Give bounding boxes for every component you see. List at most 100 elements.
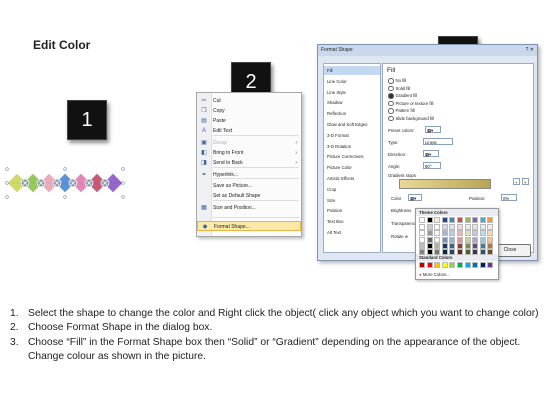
selection-handle[interactable] [5, 181, 9, 185]
color-swatch[interactable] [426, 224, 433, 231]
nav-item-picture-color[interactable]: Picture Color [324, 163, 380, 172]
color-swatch[interactable] [479, 217, 486, 223]
color-swatch[interactable] [464, 217, 471, 223]
color-swatch[interactable] [479, 249, 486, 255]
menu-item-bring-to-front[interactable]: ◧ Bring to Front › [197, 148, 301, 158]
radio-button[interactable] [388, 108, 394, 114]
radio-button[interactable] [388, 85, 394, 92]
color-swatch[interactable] [464, 236, 471, 243]
color-swatch[interactable] [434, 217, 441, 223]
color-swatch[interactable] [441, 224, 448, 231]
color-swatch[interactable] [479, 224, 486, 231]
menu-item-format-shape[interactable]: ◆ Format Shape... [197, 221, 301, 231]
nav-item-3-d-format[interactable]: 3-D Format [324, 131, 380, 140]
add-stop-button[interactable]: + [513, 178, 520, 185]
color-swatch[interactable] [426, 249, 433, 255]
nav-item-glow-and-soft-edges[interactable]: Glow and Soft Edges [324, 120, 380, 129]
menu-item-group[interactable]: ▣ Group › [197, 138, 301, 148]
direction-dropdown[interactable]: ▦▾ [423, 150, 439, 157]
fill-option-solid-fill[interactable]: Solid fill [388, 85, 410, 92]
color-swatch[interactable] [457, 236, 463, 243]
color-swatch[interactable] [457, 224, 463, 231]
selection-handle[interactable] [121, 167, 125, 171]
selection-handle[interactable] [5, 167, 9, 171]
menu-item-size-and-position[interactable]: ▦ Size and Position... [197, 203, 301, 213]
fill-option-no-fill[interactable]: No fill [388, 77, 406, 84]
selection-handle[interactable] [121, 181, 125, 185]
menu-item-save-as-picture[interactable]: Save as Picture... [197, 181, 301, 191]
standard-color-swatch[interactable] [419, 262, 425, 268]
color-swatch[interactable] [479, 242, 486, 249]
radio-button[interactable] [388, 93, 394, 99]
color-swatch[interactable] [441, 230, 448, 237]
fill-option-slide-background-fill[interactable]: Slide background fill [388, 115, 434, 122]
nav-item-position[interactable]: Position [324, 206, 380, 215]
color-swatch[interactable] [472, 249, 479, 255]
color-swatch[interactable] [449, 230, 456, 237]
diamond-shapes-row[interactable] [5, 165, 125, 201]
color-swatch[interactable] [441, 217, 448, 223]
color-swatch[interactable] [441, 249, 448, 255]
nav-item-line-color[interactable]: Line Color [324, 77, 380, 86]
color-swatch[interactable] [464, 224, 471, 231]
color-swatch[interactable] [487, 230, 494, 237]
color-swatch[interactable] [479, 230, 486, 237]
color-swatch[interactable] [464, 249, 471, 255]
standard-color-swatch[interactable] [434, 262, 441, 268]
color-swatch[interactable] [426, 217, 433, 223]
selection-handle[interactable] [63, 195, 67, 199]
gradient-stops-bar[interactable] [399, 179, 491, 189]
color-swatch[interactable] [464, 230, 471, 237]
color-swatch[interactable] [457, 242, 463, 249]
color-swatch[interactable] [434, 224, 441, 231]
nav-item-size[interactable]: Size [324, 196, 380, 205]
selection-handle[interactable] [63, 167, 67, 171]
menu-item-paste[interactable]: ▤ Paste [197, 116, 301, 126]
color-swatch[interactable] [472, 217, 479, 223]
color-swatch[interactable] [464, 242, 471, 249]
color-swatch[interactable] [434, 249, 441, 255]
color-swatch[interactable] [487, 224, 494, 231]
menu-item-cut[interactable]: ✂ Cut [197, 96, 301, 106]
color-swatch[interactable] [487, 242, 494, 249]
dialog-title-buttons[interactable]: ? ✕ [526, 47, 534, 54]
nav-item-reflection[interactable]: Reflection [324, 109, 380, 118]
standard-color-swatch[interactable] [457, 262, 463, 268]
color-swatch[interactable] [487, 217, 494, 223]
color-swatch[interactable] [449, 242, 456, 249]
color-swatch[interactable] [472, 242, 479, 249]
color-swatch[interactable] [479, 236, 486, 243]
fill-option-gradient-fill[interactable]: Gradient fill [388, 92, 417, 99]
angle-input[interactable]: 90° [423, 162, 441, 169]
color-swatch[interactable] [426, 230, 433, 237]
standard-color-swatch[interactable] [449, 262, 456, 268]
color-swatch[interactable] [419, 217, 425, 223]
color-swatch[interactable] [472, 236, 479, 243]
radio-button[interactable] [388, 115, 394, 122]
preset-colors-dropdown[interactable]: ▦▾ [425, 126, 441, 133]
nav-item-shadow[interactable]: Shadow [324, 98, 380, 107]
standard-color-swatch[interactable] [472, 262, 479, 268]
nav-item-artistic-effects[interactable]: Artistic Effects [324, 174, 380, 183]
color-swatch[interactable] [419, 224, 425, 231]
color-picker-button[interactable]: ▦▾ [408, 194, 422, 201]
standard-color-swatch[interactable] [441, 262, 448, 268]
color-swatch[interactable] [472, 224, 479, 231]
color-swatch[interactable] [434, 230, 441, 237]
selection-handle[interactable] [121, 195, 125, 199]
more-colors-link[interactable]: ● More Colors... [419, 271, 450, 278]
color-swatch[interactable] [419, 236, 425, 243]
color-swatch[interactable] [426, 236, 433, 243]
radio-button[interactable] [388, 100, 394, 107]
standard-color-swatch[interactable] [487, 262, 494, 268]
color-swatch[interactable] [457, 249, 463, 255]
color-swatch[interactable] [449, 249, 456, 255]
menu-item-copy[interactable]: ❐ Copy [197, 106, 301, 116]
standard-color-swatch[interactable] [426, 262, 433, 268]
fill-option-picture-or-texture-fill[interactable]: Picture or texture fill [388, 100, 433, 107]
color-swatch[interactable] [457, 217, 463, 223]
type-dropdown[interactable]: Linear [423, 138, 453, 145]
color-swatch[interactable] [487, 236, 494, 243]
color-swatch[interactable] [419, 249, 425, 255]
color-swatch[interactable] [472, 230, 479, 237]
